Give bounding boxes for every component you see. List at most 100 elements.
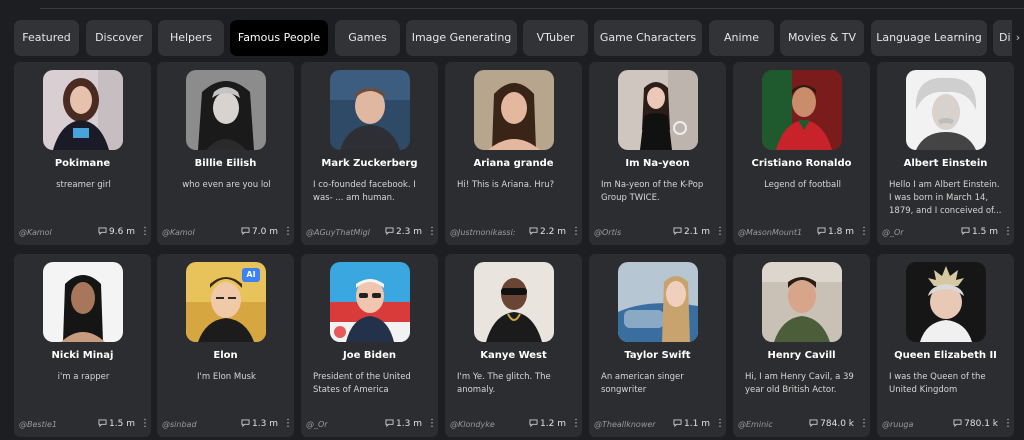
card-description: I'm Elon Musk xyxy=(197,372,256,382)
more-options-icon[interactable]: ⋮ xyxy=(283,225,293,239)
character-card[interactable]: Henry Cavill Hi, I am Henry Cavil, a 39 … xyxy=(733,254,870,437)
chat-count: 2.2 m xyxy=(529,227,566,237)
character-card[interactable]: Ariana grande Hi! This is Ariana. Hru? @… xyxy=(445,62,582,245)
chat-count-value: 1.5 m xyxy=(972,227,998,237)
chat-count-value: 7.0 m xyxy=(252,227,278,237)
chat-bubble-icon xyxy=(809,419,818,427)
card-name: Im Na-yeon xyxy=(625,158,690,169)
character-card[interactable]: Nicki Minaj i'm a rapper @Bestie1 1.5 m … xyxy=(14,254,151,437)
card-name: Pokimane xyxy=(54,158,111,169)
chat-count: 1.8 m xyxy=(817,227,854,237)
card-author[interactable]: @AGuyThatMigl xyxy=(306,228,378,237)
card-author[interactable]: @Bestie1 xyxy=(19,420,91,429)
character-card[interactable]: Albert Einstein Hello I am Albert Einste… xyxy=(877,62,1014,245)
queen-elizabeth-avatar xyxy=(906,262,986,342)
chat-count: 1.1 m xyxy=(673,419,710,429)
more-options-icon[interactable]: ⋮ xyxy=(1003,225,1013,239)
tab-anime[interactable]: Anime xyxy=(709,20,774,56)
more-options-icon[interactable]: ⋮ xyxy=(571,417,581,431)
card-name: Albert Einstein xyxy=(903,158,988,169)
tab-helpers[interactable]: Helpers xyxy=(158,20,224,56)
more-options-icon[interactable]: ⋮ xyxy=(859,225,869,239)
chat-count: 784.0 k xyxy=(809,419,854,429)
category-tabs: Featured Discover Helpers Famous People … xyxy=(0,20,1024,56)
cristiano-ronaldo-avatar xyxy=(762,70,842,150)
more-options-icon[interactable]: ⋮ xyxy=(140,417,150,431)
tabs-scroll-right-icon[interactable]: › xyxy=(1012,20,1024,56)
chat-count-value: 2.2 m xyxy=(540,227,566,237)
card-name: Ariana grande xyxy=(473,158,554,169)
tab-discover[interactable]: Discover xyxy=(86,20,152,56)
card-author[interactable]: @Ortis xyxy=(594,228,666,237)
card-name: Mark Zuckerberg xyxy=(321,158,418,169)
chat-bubble-icon xyxy=(673,227,682,235)
character-card[interactable]: Queen Elizabeth II I was the Queen of th… xyxy=(877,254,1014,437)
tab-movies-tv[interactable]: Movies & TV xyxy=(780,20,864,56)
card-description: Hi, I am Henry Cavil, a 39 year old Brit… xyxy=(745,372,854,395)
chat-bubble-icon xyxy=(385,227,394,235)
card-author[interactable]: @Theallknower xyxy=(594,420,666,429)
character-card[interactable]: Cristiano Ronaldo Legend of football @Ma… xyxy=(733,62,870,245)
chat-bubble-icon xyxy=(98,227,107,235)
chat-bubble-icon xyxy=(529,419,538,427)
tab-vtuber[interactable]: VTuber xyxy=(523,20,588,56)
chat-count-value: 2.3 m xyxy=(396,227,422,237)
card-name: Kanye West xyxy=(480,350,547,361)
more-options-icon[interactable]: ⋮ xyxy=(283,417,293,431)
character-card[interactable]: Pokimane streamer girl @Kamol 9.6 m ⋮ xyxy=(14,62,151,245)
more-options-icon[interactable]: ⋮ xyxy=(1003,417,1013,431)
more-options-icon[interactable]: ⋮ xyxy=(571,225,581,239)
card-author[interactable]: @Justmonikassi: xyxy=(450,228,522,237)
character-card[interactable]: Joe Biden President of the United States… xyxy=(301,254,438,437)
chat-count-value: 780.1 k xyxy=(964,419,998,429)
card-description: streamer girl xyxy=(56,180,111,190)
card-description: Legend of football xyxy=(764,180,841,190)
character-card[interactable]: Kanye West I'm Ye. The glitch. The anoma… xyxy=(445,254,582,437)
tab-famous-people[interactable]: Famous People xyxy=(230,20,328,56)
character-card[interactable]: Billie Eilish who even are you lol @Kamo… xyxy=(157,62,294,245)
card-author[interactable]: @Kamol xyxy=(19,228,91,237)
tab-games[interactable]: Games xyxy=(335,20,400,56)
card-author[interactable]: @ruuga xyxy=(882,420,954,429)
card-description: I co-founded facebook. I was- ... am hum… xyxy=(313,180,416,203)
card-description: President of the United States of Americ… xyxy=(313,372,411,395)
card-author[interactable]: @MasonMount1 xyxy=(738,228,810,237)
card-author[interactable]: @Kamol xyxy=(162,228,234,237)
chat-count: 2.3 m xyxy=(385,227,422,237)
more-options-icon[interactable]: ⋮ xyxy=(427,417,437,431)
chat-bubble-icon xyxy=(241,227,250,235)
more-options-icon[interactable]: ⋮ xyxy=(715,225,725,239)
card-author[interactable]: @Eminic xyxy=(738,420,810,429)
card-author[interactable]: @_Or xyxy=(882,228,954,237)
more-options-icon[interactable]: ⋮ xyxy=(859,417,869,431)
card-author[interactable]: @Klondyke xyxy=(450,420,522,429)
chat-bubble-icon xyxy=(953,419,962,427)
billie-eilish-avatar xyxy=(186,70,266,150)
card-name: Henry Cavill xyxy=(767,350,836,361)
card-description: An american singer songwriter xyxy=(601,372,684,395)
character-card[interactable]: AI Elon I'm Elon Musk @sinbad 1.3 m ⋮ xyxy=(157,254,294,437)
tab-featured[interactable]: Featured xyxy=(14,20,79,56)
henry-cavill-avatar xyxy=(762,262,842,342)
card-author[interactable]: @sinbad xyxy=(162,420,234,429)
chat-count-value: 1.3 m xyxy=(252,419,278,429)
character-card[interactable]: Mark Zuckerberg I co-founded facebook. I… xyxy=(301,62,438,245)
more-options-icon[interactable]: ⋮ xyxy=(427,225,437,239)
chat-count-value: 1.8 m xyxy=(828,227,854,237)
chat-count: 2.1 m xyxy=(673,227,710,237)
albert-einstein-avatar xyxy=(906,70,986,150)
character-card[interactable]: Taylor Swift An american singer songwrit… xyxy=(589,254,726,437)
chat-count: 780.1 k xyxy=(953,419,998,429)
more-options-icon[interactable]: ⋮ xyxy=(140,225,150,239)
tab-language-learning[interactable]: Language Learning xyxy=(871,20,987,56)
chat-bubble-icon xyxy=(817,227,826,235)
card-name: Cristiano Ronaldo xyxy=(751,158,852,169)
card-author[interactable]: @_Or xyxy=(306,420,378,429)
im-na-yeon-avatar xyxy=(618,70,698,150)
more-options-icon[interactable]: ⋮ xyxy=(715,417,725,431)
tab-image-generating[interactable]: Image Generating xyxy=(406,20,517,56)
character-card[interactable]: Im Na-yeon Im Na-yeon of the K-Pop Group… xyxy=(589,62,726,245)
chat-count-value: 1.1 m xyxy=(684,419,710,429)
card-name: Joe Biden xyxy=(343,350,396,361)
tab-game-characters[interactable]: Game Characters xyxy=(594,20,702,56)
